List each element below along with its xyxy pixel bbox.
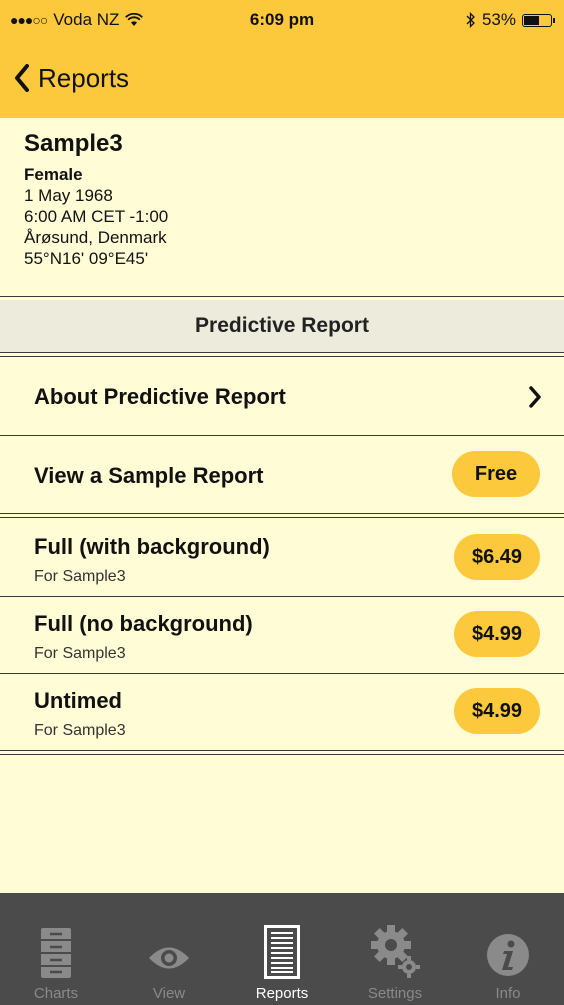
free-button[interactable]: Free <box>452 451 540 497</box>
profile-info: Sample3 Female 1 May 1968 6:00 AM CET -1… <box>24 130 544 269</box>
product-title: Full (no background) <box>34 611 253 636</box>
buy-button[interactable]: $6.49 <box>454 534 540 580</box>
product-row[interactable]: Full (no background) For Sample3 $4.99 <box>0 597 564 673</box>
divider <box>0 513 564 518</box>
product-subtitle: For Sample3 <box>34 722 126 739</box>
battery-percent: 53% <box>481 10 516 29</box>
section-header: Predictive Report <box>0 300 564 352</box>
bluetooth-icon <box>466 12 475 28</box>
tab-label: View <box>152 985 186 1002</box>
battery-icon <box>522 13 555 27</box>
chevron-left-icon <box>15 64 29 92</box>
profile-birth-date: 1 May 1968 <box>24 186 113 205</box>
product-row[interactable]: Full (with background) For Sample3 $6.49 <box>0 520 564 596</box>
tab-settings[interactable]: Settings <box>339 893 451 1005</box>
profile-coordinates: 55°N16' 09°E45' <box>24 249 149 268</box>
section-title: Predictive Report <box>195 314 369 337</box>
product-row[interactable]: Untimed For Sample3 $4.99 <box>0 674 564 750</box>
tab-label: Info <box>495 985 521 1002</box>
tab-bar: Charts View Reports Settings Info <box>0 893 564 1005</box>
profile-gender: Female <box>24 165 83 184</box>
sample-report-row[interactable]: View a Sample Report Free <box>0 436 564 513</box>
tab-label: Settings <box>367 985 423 1002</box>
status-right: 53% <box>466 10 555 30</box>
status-bar: ●●●○○ Voda NZ 6:09 pm 53% <box>0 0 564 40</box>
back-button[interactable]: Reports <box>14 58 129 98</box>
tab-label: Charts <box>33 985 79 1002</box>
buy-button[interactable]: $4.99 <box>454 611 540 657</box>
product-subtitle: For Sample3 <box>34 645 126 662</box>
product-title: Untimed <box>34 688 122 713</box>
chevron-right-icon <box>529 386 541 408</box>
top-bar: ●●●○○ Voda NZ 6:09 pm 53% Reports <box>0 0 564 118</box>
tab-view[interactable]: View <box>113 893 225 1005</box>
divider <box>0 352 564 357</box>
divider <box>0 750 564 755</box>
about-report-row[interactable]: About Predictive Report <box>0 358 564 435</box>
sample-report-label: View a Sample Report <box>34 463 264 488</box>
gears-icon <box>371 925 420 978</box>
tab-info[interactable]: Info <box>452 893 564 1005</box>
profile-birth-place: Årøsund, Denmark <box>24 228 167 247</box>
buy-button[interactable]: $4.99 <box>454 688 540 734</box>
product-title: Full (with background) <box>34 534 270 559</box>
info-icon <box>487 934 529 976</box>
eye-icon <box>149 947 189 969</box>
cabinet-icon <box>41 928 71 978</box>
back-button-label: Reports <box>38 62 130 93</box>
profile-name: Sample3 <box>24 130 123 157</box>
product-subtitle: For Sample3 <box>34 568 126 585</box>
tab-reports[interactable]: Reports <box>226 893 338 1005</box>
tab-charts[interactable]: Charts <box>0 893 112 1005</box>
about-report-label: About Predictive Report <box>34 384 286 409</box>
document-icon <box>264 925 300 979</box>
tab-label: Reports <box>255 985 309 1002</box>
profile-birth-time: 6:00 AM CET -1:00 <box>24 207 169 226</box>
